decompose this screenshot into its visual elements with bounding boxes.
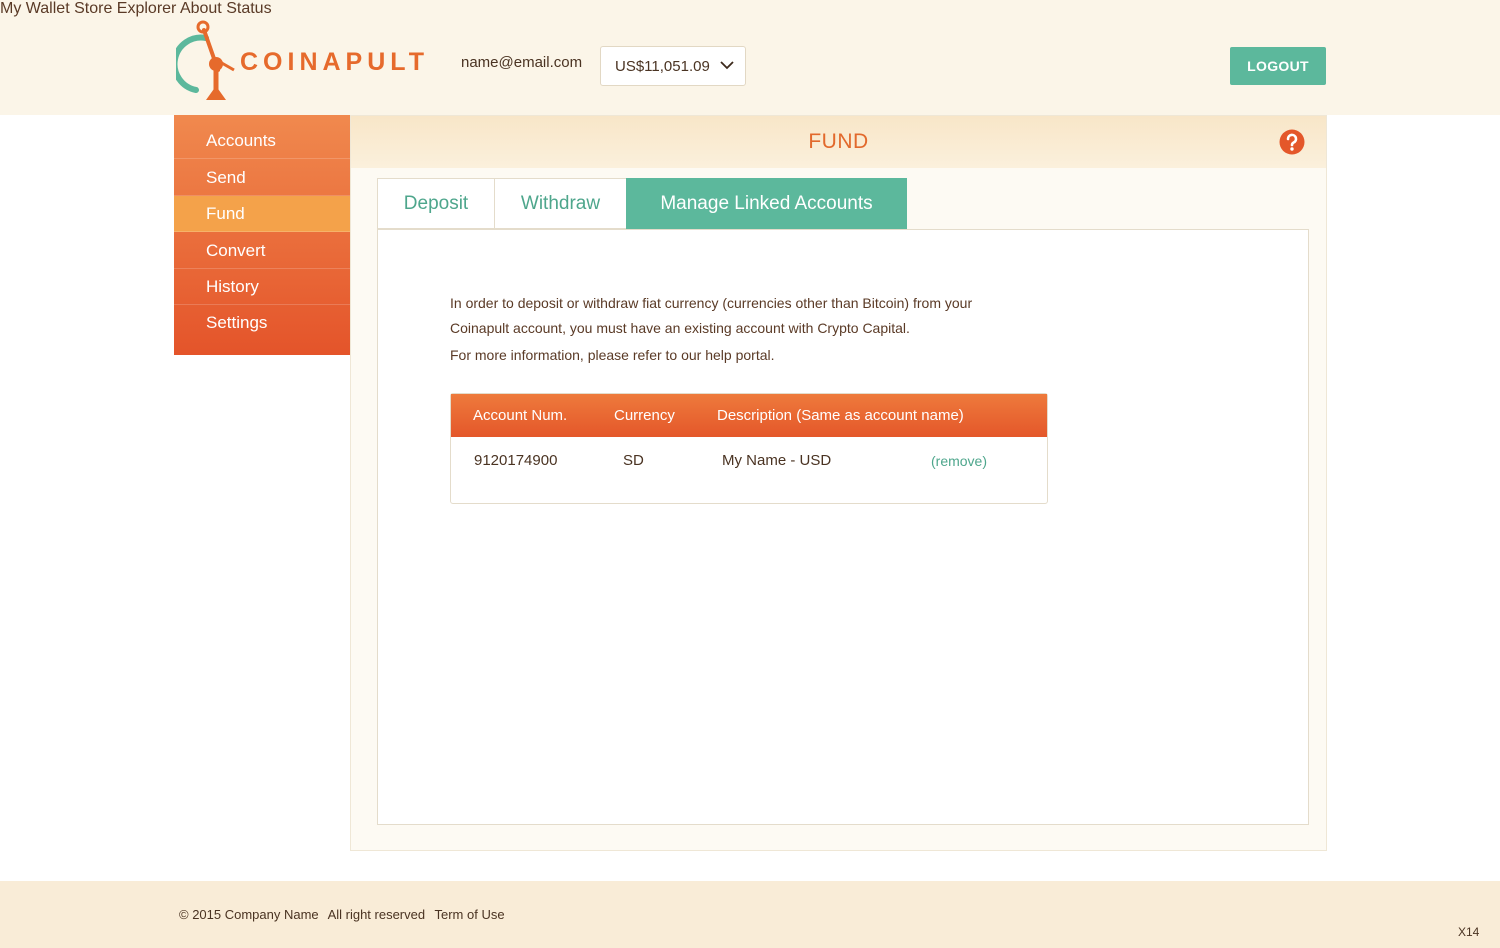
logout-button[interactable]: LOGOUT: [1230, 47, 1326, 85]
top-header: COINAPULT name@email.com US$11,051.09 My…: [0, 0, 1500, 115]
brand-name: COINAPULT: [240, 47, 429, 76]
tab-withdraw[interactable]: Withdraw: [494, 178, 627, 229]
sidebar-item-label: Convert: [206, 240, 266, 260]
sidebar-item-fund[interactable]: Fund: [174, 196, 360, 232]
cell-account-num: 9120174900: [474, 452, 558, 469]
sidebar-item-label: Fund: [206, 203, 245, 223]
page-title: FUND: [808, 130, 869, 153]
version-label: X14: [1458, 925, 1480, 939]
help-icon[interactable]: [1279, 129, 1305, 155]
column-header-currency: Currency: [614, 407, 675, 424]
nav-my-wallet[interactable]: My Wallet: [0, 0, 70, 17]
sidebar-item-send[interactable]: Send: [174, 160, 351, 196]
linked-accounts-table: Account Num. Currency Description (Same …: [450, 393, 1048, 504]
sidebar-item-accounts[interactable]: Accounts: [174, 123, 351, 159]
catapult-logo-icon: [176, 20, 235, 100]
nav-explorer[interactable]: Explorer: [117, 0, 177, 17]
sidebar-item-settings[interactable]: Settings: [174, 305, 351, 341]
cell-currency: SD: [623, 452, 644, 469]
terms-link[interactable]: Term of Use: [435, 907, 505, 922]
table-header: Account Num. Currency Description (Same …: [451, 394, 1047, 437]
tab-content: In order to deposit or withdraw fiat cur…: [377, 229, 1309, 825]
chevron-down-icon: [720, 61, 734, 70]
coinapult-logo[interactable]: COINAPULT: [176, 14, 448, 106]
sidebar-item-label: Settings: [206, 313, 268, 332]
sidebar-item-convert[interactable]: Convert: [174, 233, 351, 269]
panel-header: FUND: [351, 116, 1326, 168]
info-text-line-3: For more information, please refer to ou…: [450, 347, 775, 363]
remove-link[interactable]: (remove): [931, 453, 987, 469]
sidebar-item-label: History: [206, 276, 259, 296]
copyright-text: © 2015 Company Name: [179, 907, 319, 922]
cell-description: My Name - USD: [722, 452, 832, 469]
footer-text: © 2015 Company Name All right reserved T…: [179, 907, 511, 922]
sidebar: Accounts Send Fund Convert History Setti…: [174, 115, 360, 355]
sidebar-item-label: Accounts: [206, 130, 276, 150]
info-text-line-1: In order to deposit or withdraw fiat cur…: [450, 295, 973, 311]
column-header-description: Description (Same as account name): [717, 407, 964, 424]
tab-manage-linked-accounts[interactable]: Manage Linked Accounts: [626, 178, 907, 229]
nav-store[interactable]: Store: [74, 0, 112, 17]
tab-deposit[interactable]: Deposit: [377, 178, 495, 229]
column-header-account-num: Account Num.: [473, 407, 568, 424]
sidebar-item-label: Send: [206, 167, 246, 187]
rights-text: All right reserved: [327, 907, 426, 922]
sidebar-item-history[interactable]: History: [174, 269, 351, 305]
user-email: name@email.com: [461, 54, 583, 71]
footer: © 2015 Company Name All right reserved T…: [0, 881, 1500, 948]
balance-value: US$11,051.09: [615, 57, 710, 75]
balance-dropdown[interactable]: US$11,051.09: [600, 46, 746, 86]
fund-panel: FUND Deposit Withdraw Manage Linked Acco…: [350, 115, 1327, 851]
info-text-line-2: Coinapult account, you must have an exis…: [450, 320, 910, 336]
